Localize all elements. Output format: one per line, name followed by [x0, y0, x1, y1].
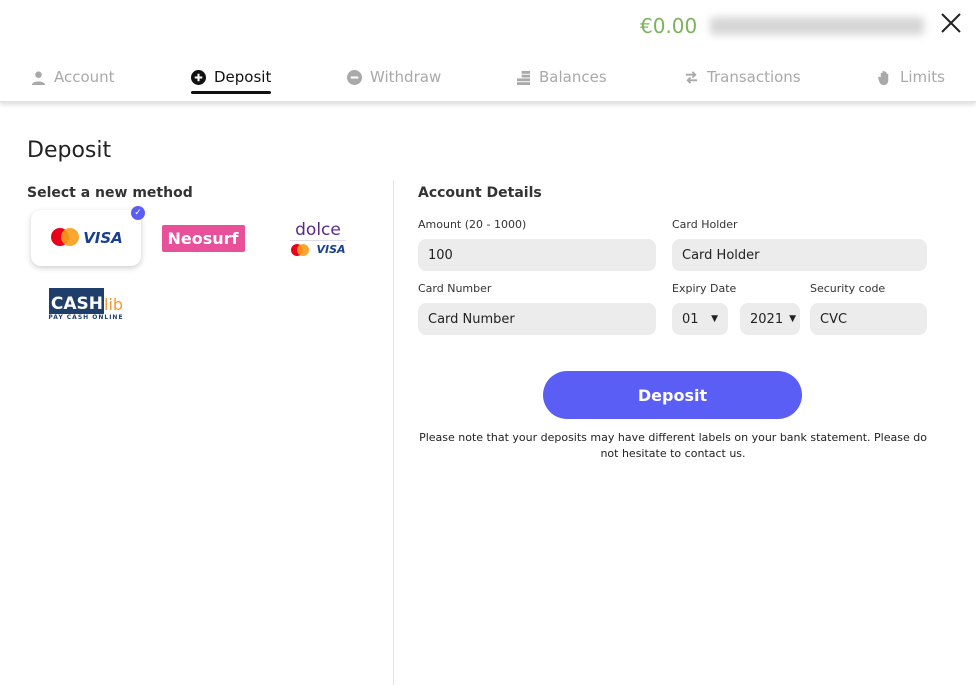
- method-dolce[interactable]: dolce VISA: [263, 210, 373, 266]
- check-icon: ✓: [131, 206, 145, 220]
- user-icon: [31, 70, 46, 85]
- tab-label: Balances: [539, 68, 607, 86]
- hand-icon: [877, 70, 889, 85]
- tab-withdraw[interactable]: Withdraw: [347, 68, 441, 86]
- tab-deposit[interactable]: Deposit: [191, 68, 272, 94]
- card-holder-input[interactable]: [672, 239, 927, 271]
- tab-balances[interactable]: Balances: [516, 68, 607, 86]
- expiry-label: Expiry Date: [672, 282, 737, 295]
- tab-label: Limits: [900, 68, 945, 86]
- tab-transactions[interactable]: Transactions: [684, 68, 801, 86]
- coins-icon: [516, 70, 531, 85]
- method-neosurf[interactable]: Neosurf: [148, 210, 258, 266]
- chevron-down-icon: ▼: [711, 314, 718, 324]
- visa-logo: VISA: [316, 243, 346, 256]
- amount-input[interactable]: [418, 239, 656, 271]
- user-name-blurred: [710, 17, 924, 35]
- divider: [393, 180, 394, 685]
- cashlib-logo-suffix: lib: [104, 294, 124, 314]
- visa-logo: VISA: [83, 229, 123, 247]
- arrows-exchange-icon: [685, 70, 698, 84]
- tab-label: Withdraw: [370, 68, 442, 86]
- amount-label: Amount (20 - 1000): [418, 218, 527, 231]
- security-code-input[interactable]: [810, 303, 927, 335]
- minus-circle-icon: [347, 69, 362, 85]
- method-mastercard-visa[interactable]: VISA ✓: [31, 206, 145, 266]
- tab-label: Account: [54, 68, 115, 86]
- dolce-logo: dolce: [295, 219, 341, 240]
- card-number-label: Card Number: [418, 282, 492, 295]
- tab-limits[interactable]: Limits: [877, 68, 945, 86]
- tab-bar: Account Deposit Withdraw Balances Transa…: [0, 62, 976, 102]
- tab-label: Transactions: [707, 68, 801, 86]
- balance: €0.00: [640, 14, 698, 38]
- card-holder-label: Card Holder: [672, 218, 738, 231]
- neosurf-logo: Neosurf: [161, 224, 245, 252]
- mastercard-logo: [51, 228, 80, 246]
- cashlib-logo: CASH: [48, 287, 105, 314]
- card-number-input[interactable]: [418, 303, 656, 335]
- deposit-note: Please note that your deposits may have …: [419, 431, 927, 460]
- header: €0.00: [0, 0, 976, 52]
- expiry-month-select[interactable]: 01 ▼: [672, 303, 728, 335]
- form-heading: Account Details: [418, 185, 542, 201]
- plus-circle-icon: [191, 69, 206, 85]
- expiry-year-value: 2021: [750, 311, 784, 327]
- mastercard-logo: [291, 243, 310, 256]
- expiry-year-select[interactable]: 2021 ▼: [740, 303, 800, 335]
- method-cashlib[interactable]: CASH lib PAY CASH ONLINE: [31, 276, 141, 332]
- cashlib-tagline: PAY CASH ONLINE: [48, 313, 124, 321]
- deposit-button[interactable]: Deposit: [543, 371, 802, 419]
- chevron-down-icon: ▼: [789, 314, 796, 324]
- close-icon[interactable]: [938, 10, 964, 36]
- expiry-month-value: 01: [682, 311, 699, 327]
- tab-label: Deposit: [214, 68, 272, 86]
- tab-account[interactable]: Account: [31, 68, 115, 86]
- page-title: Deposit: [27, 138, 112, 163]
- security-code-label: Security code: [810, 282, 886, 295]
- methods-heading: Select a new method: [27, 185, 193, 201]
